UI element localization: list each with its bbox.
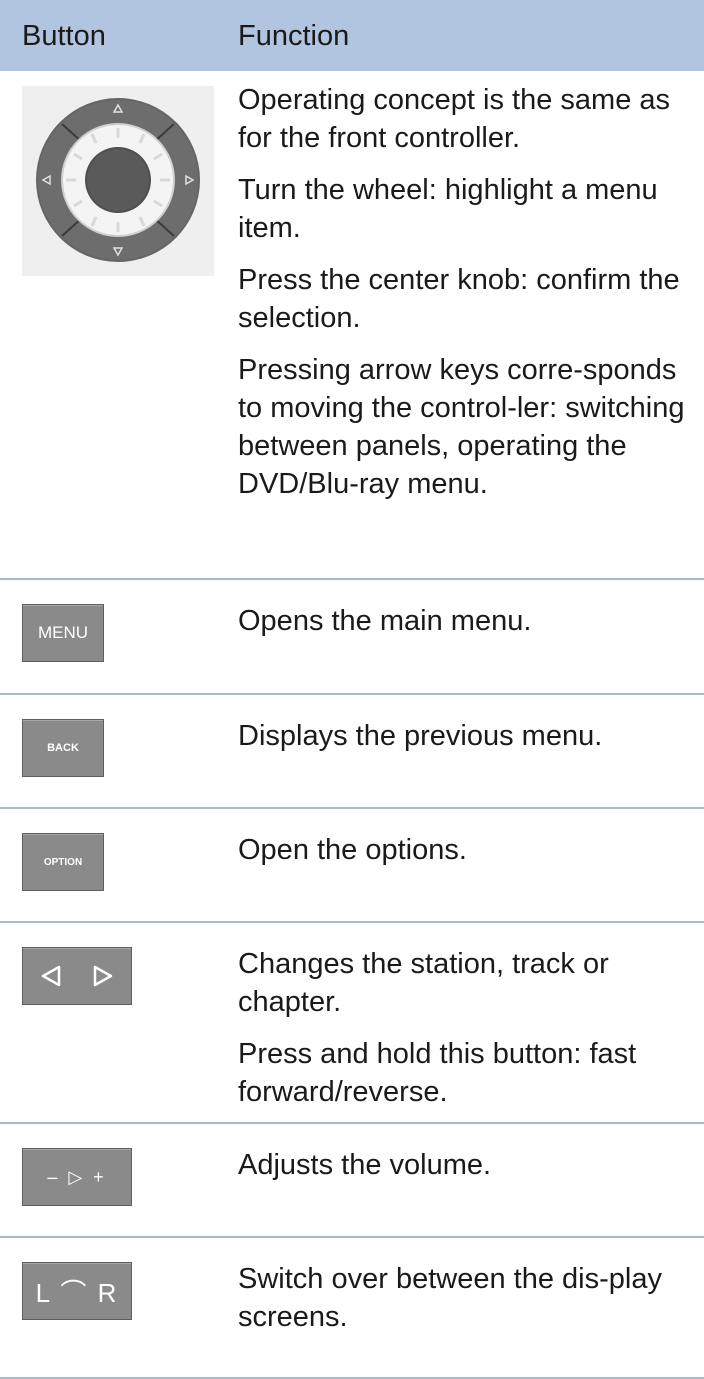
header-button: Button	[22, 20, 106, 52]
volume-key-label: – ▷ +	[47, 1166, 107, 1187]
table-row: – ▷ + Adjusts the volume.	[0, 1124, 704, 1238]
table-row: OPTION Open the options.	[0, 809, 704, 923]
row-function-text: Displays the previous menu.	[238, 717, 693, 769]
table-row: MENU Opens the main menu.	[0, 580, 704, 695]
table-header: Button Function	[0, 0, 704, 71]
paragraph: Press the center knob: confirm the selec…	[238, 264, 680, 334]
header-function: Function	[238, 20, 350, 52]
option-key-label: OPTION	[43, 856, 83, 868]
paragraph: Operating concept is the same as for the…	[238, 84, 671, 154]
row-function-text: Opens the main menu.	[238, 602, 693, 654]
row-function-text: Changes the station, track or chapter. P…	[238, 945, 693, 1125]
row-function-text: Adjusts the volume.	[238, 1146, 693, 1198]
paragraph: Switch over between the dis-play screens…	[238, 1263, 662, 1333]
table-row: Operating concept is the same as for the…	[0, 71, 704, 580]
paragraph: Pressing arrow keys corre-sponds to movi…	[238, 354, 685, 500]
table-row: BACK Displays the previous menu.	[0, 695, 704, 809]
back-key-label: BACK	[47, 742, 79, 754]
table-row: Changes the station, track or chapter. P…	[0, 923, 704, 1124]
menu-key-label: MENU	[37, 623, 89, 642]
paragraph: Changes the station, track or chapter.	[238, 948, 609, 1018]
row-function-text: Open the options.	[238, 831, 693, 883]
row-function-text: Switch over between the dis-play screens…	[238, 1260, 693, 1350]
paragraph: Press and hold this button: fast forward…	[238, 1038, 637, 1108]
arrow-keys-icon	[22, 947, 132, 1005]
volume-key-icon: – ▷ +	[22, 1148, 132, 1206]
controller-icon	[22, 86, 214, 276]
back-key-icon: BACK	[22, 719, 104, 777]
paragraph: Adjusts the volume.	[238, 1149, 492, 1181]
paragraph: Turn the wheel: highlight a menu item.	[238, 174, 658, 244]
paragraph: Open the options.	[238, 834, 467, 866]
menu-key-icon: MENU	[22, 604, 104, 662]
button-function-table: Button Function Operating concept is the…	[0, 0, 704, 1379]
display-switch-icon: L ⌒ R	[22, 1262, 132, 1320]
option-key-icon: OPTION	[22, 833, 104, 891]
display-switch-label: L ⌒ R	[35, 1277, 119, 1308]
row-function-text: Operating concept is the same as for the…	[238, 81, 693, 517]
paragraph: Displays the previous menu.	[238, 720, 603, 752]
table-row: L ⌒ R Switch over between the dis-play s…	[0, 1238, 704, 1379]
paragraph: Opens the main menu.	[238, 605, 532, 637]
